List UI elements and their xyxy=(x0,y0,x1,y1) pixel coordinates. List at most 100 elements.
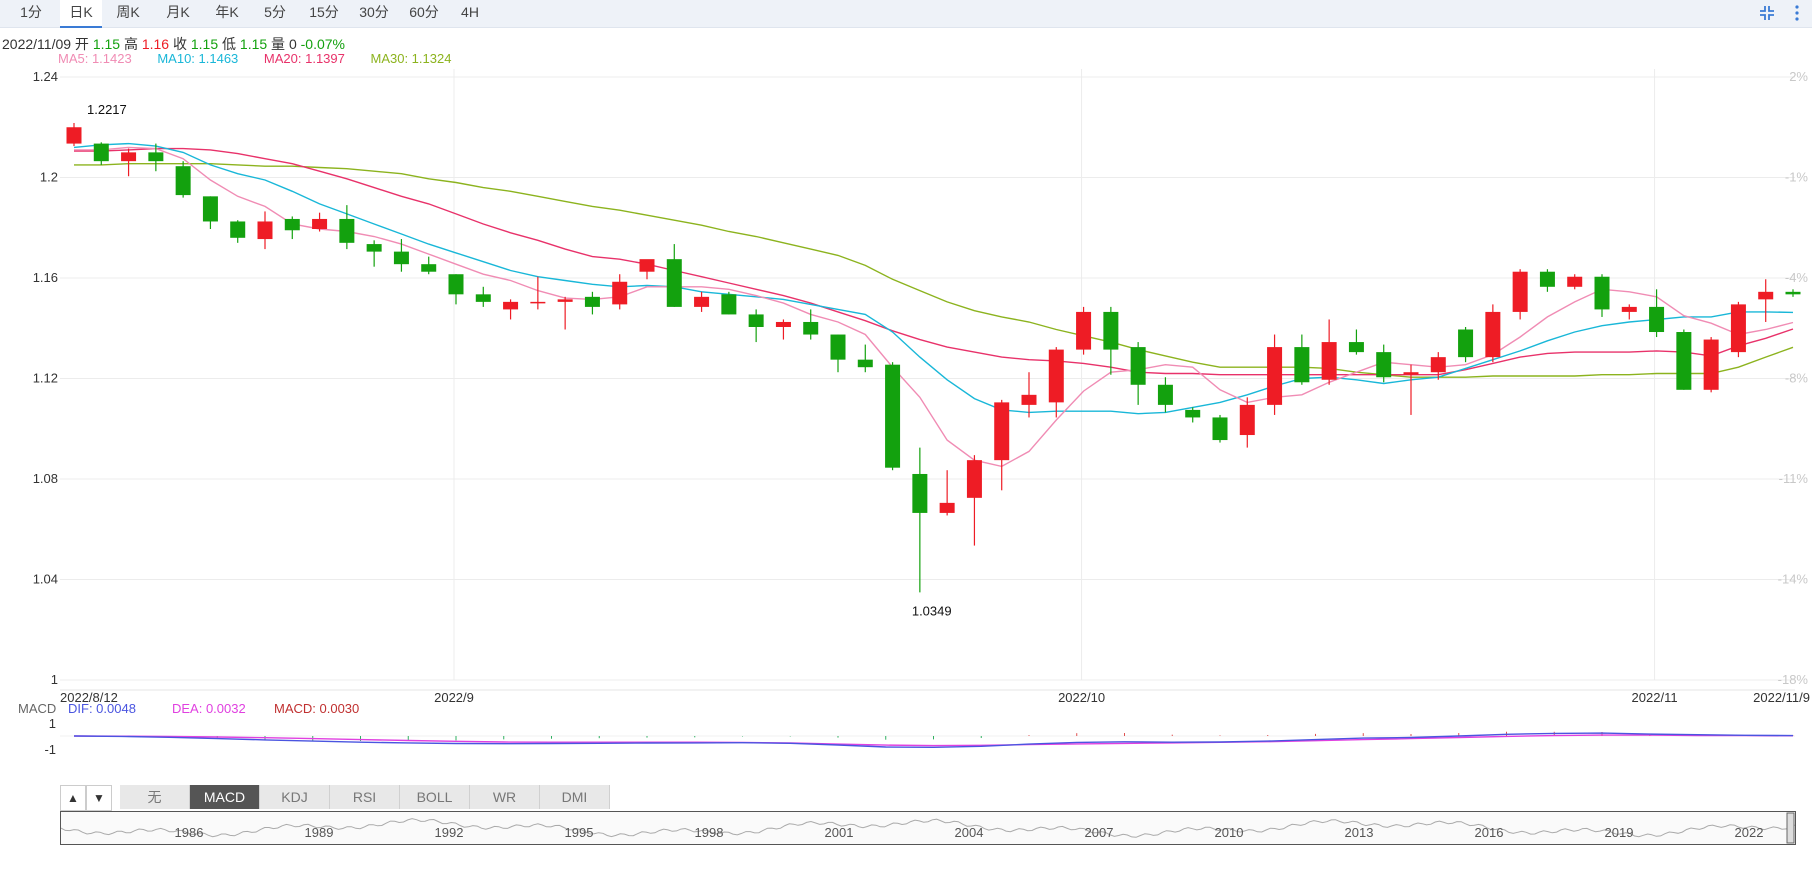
candle-down xyxy=(1348,329,1364,355)
candle-body xyxy=(257,221,273,240)
navigator-overview: 1986 1989 1992 1995 1998 2001 2004 2007 2010 2013… xyxy=(60,812,1796,844)
right-tick-label: 2% xyxy=(1789,69,1808,84)
navigator-year-label: 1992 xyxy=(435,825,464,840)
candle-body xyxy=(421,264,437,272)
candle-up xyxy=(503,299,519,320)
candle-body xyxy=(1157,384,1173,405)
indicator-tab-none[interactable]: 无 xyxy=(120,785,190,809)
candle-down xyxy=(366,240,382,267)
price-chart[interactable]: 1.24 2% 1.2 -1% 1.16 -4% 1.12 -8% 1.08 -11% 1.04 -1… xyxy=(0,0,1812,873)
indicator-tab-wr[interactable]: WR xyxy=(470,785,540,809)
candle-up xyxy=(557,296,573,330)
candle-up xyxy=(639,259,655,280)
candle-down xyxy=(584,291,600,315)
candle-up xyxy=(1730,301,1746,358)
candle-body xyxy=(803,321,819,335)
candle-body xyxy=(966,460,982,498)
candle-down xyxy=(202,196,218,230)
candle-down xyxy=(1785,289,1801,297)
candle-body xyxy=(830,334,846,360)
candle-body xyxy=(857,359,873,368)
candle-down xyxy=(1212,414,1228,443)
candle-body xyxy=(284,218,300,231)
navigator-year-label: 2016 xyxy=(1475,825,1504,840)
candle-down xyxy=(448,274,464,305)
candle-down xyxy=(1130,342,1146,405)
navigator-year-label: 2019 xyxy=(1605,825,1634,840)
candle-up xyxy=(1403,364,1419,415)
y-tick-label: 1.2 xyxy=(40,170,58,185)
y-tick-label: 1.08 xyxy=(33,471,58,486)
macd-panel: MACD DIF: 0.0048 DEA: 0.0032 MACD: 0.0030 1 -… xyxy=(18,701,1795,757)
candle-up xyxy=(530,276,546,310)
candle-up xyxy=(1621,304,1637,320)
candle-body xyxy=(175,166,191,196)
candle-body xyxy=(1785,291,1801,295)
navigator-year-label: 2013 xyxy=(1345,825,1374,840)
candle-up xyxy=(1021,372,1037,418)
candle-body xyxy=(1458,329,1474,358)
y-tick-label: 1.16 xyxy=(33,270,58,285)
candle-body xyxy=(1239,404,1255,436)
macd-legend-item: DIF: 0.0048 xyxy=(68,701,136,716)
navigator-year-label: 1998 xyxy=(695,825,724,840)
candle-down xyxy=(666,244,682,307)
candle-up xyxy=(1485,304,1501,363)
candle-body xyxy=(1512,271,1528,312)
candle-up xyxy=(612,274,628,310)
scroll-up-button[interactable]: ▲ xyxy=(60,785,86,811)
candle-body xyxy=(885,364,901,468)
candle-up xyxy=(1239,397,1255,448)
candlesticks xyxy=(66,122,1801,593)
candle-body xyxy=(939,502,955,513)
candle-body xyxy=(1212,417,1228,441)
candle-down xyxy=(475,286,491,307)
candle-up xyxy=(312,212,328,232)
candle-body xyxy=(612,281,628,305)
candle-body xyxy=(475,294,491,302)
candle-body xyxy=(721,294,737,315)
candle-body xyxy=(557,299,573,302)
scroll-down-button[interactable]: ▼ xyxy=(86,785,112,811)
candle-down xyxy=(93,142,109,165)
time-navigator[interactable]: 1986 1989 1992 1995 1998 2001 2004 2007 2010 2013… xyxy=(60,811,1796,845)
indicator-tab-boll[interactable]: BOLL xyxy=(400,785,470,809)
candle-body xyxy=(639,259,655,272)
candle-down xyxy=(230,220,246,243)
candle-down xyxy=(830,334,846,373)
candle-body xyxy=(148,152,164,162)
candle-body xyxy=(1567,276,1583,287)
indicator-tab-macd[interactable]: MACD xyxy=(190,785,260,809)
candle-down xyxy=(1376,344,1392,383)
candle-body xyxy=(1103,311,1119,350)
candle-body xyxy=(1130,347,1146,385)
candle-body xyxy=(1048,349,1064,403)
candle-up xyxy=(939,470,955,516)
right-tick-label: -11% xyxy=(1779,471,1809,486)
candle-body xyxy=(1621,306,1637,312)
candle-body xyxy=(1267,347,1283,405)
candle-up xyxy=(1512,269,1528,320)
indicator-tab-dmi[interactable]: DMI xyxy=(540,785,610,809)
navigator-handle xyxy=(1786,812,1795,844)
candle-body xyxy=(748,314,764,327)
navigator-year-label: 2010 xyxy=(1215,825,1244,840)
candle-body xyxy=(775,321,791,327)
candle-body xyxy=(1730,304,1746,353)
candle-down xyxy=(1676,329,1692,390)
candle-up xyxy=(1758,279,1774,322)
candle-up xyxy=(994,399,1010,491)
candle-body xyxy=(1403,372,1419,375)
candle-body xyxy=(93,143,109,162)
indicator-tab-kdj[interactable]: KDJ xyxy=(260,785,330,809)
candle-body xyxy=(339,218,355,243)
candle-up xyxy=(1321,319,1337,385)
candle-body xyxy=(1758,291,1774,300)
navigator-year-label: 2004 xyxy=(955,825,984,840)
candle-body xyxy=(1321,342,1337,380)
indicator-tab-rsi[interactable]: RSI xyxy=(330,785,400,809)
candle-body xyxy=(1185,409,1201,418)
candle-down xyxy=(1294,334,1310,385)
candle-body xyxy=(1348,342,1364,353)
candle-up xyxy=(1076,306,1092,355)
